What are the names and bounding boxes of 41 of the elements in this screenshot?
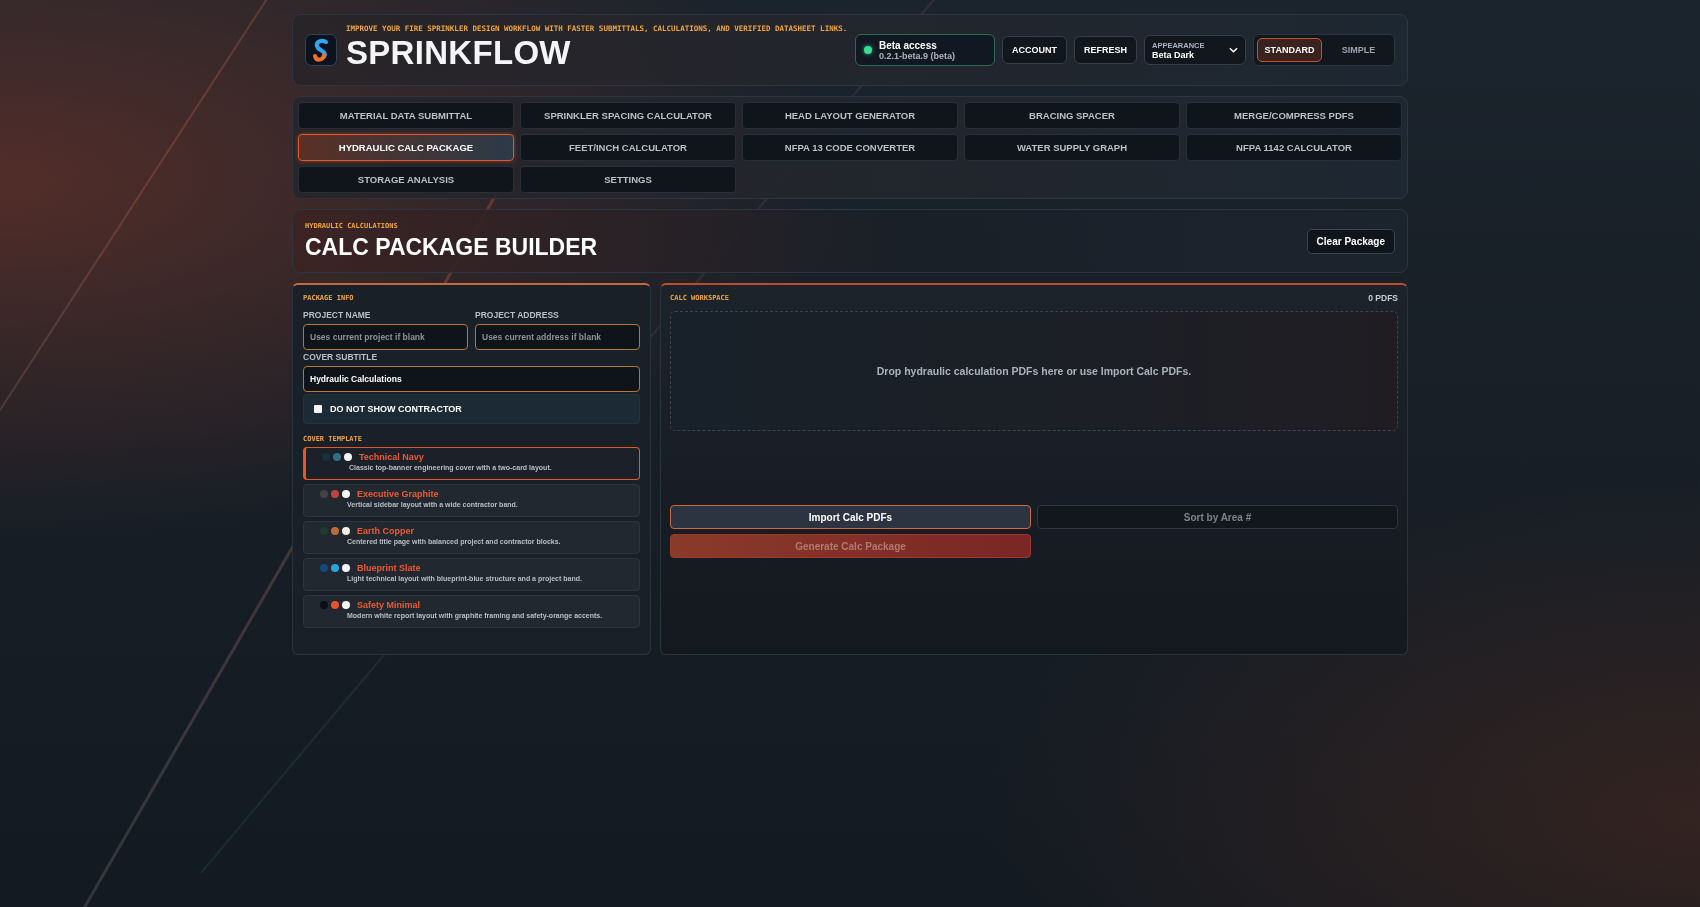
pdf-count: 0 PDFS xyxy=(1368,293,1398,303)
nav-tab[interactable]: STORAGE ANALYSIS xyxy=(298,166,514,193)
nav-tab[interactable]: MATERIAL DATA SUBMITTAL xyxy=(298,102,514,129)
checkbox-label: DO NOT SHOW CONTRACTOR xyxy=(330,404,462,414)
template-name: Safety Minimal xyxy=(357,600,421,610)
nav-tab[interactable]: HYDRAULIC CALC PACKAGE xyxy=(298,134,514,161)
nav-tab[interactable]: FEET/INCH CALCULATOR xyxy=(520,134,736,161)
nav-tab[interactable]: BRACING SPACER xyxy=(964,102,1180,129)
header-button[interactable]: ACCOUNT xyxy=(1002,36,1067,64)
nav-tab[interactable]: HEAD LAYOUT GENERATOR xyxy=(742,102,958,129)
clear-package-button[interactable]: Clear Package xyxy=(1306,228,1395,254)
subtitle-field[interactable]: Hydraulic Calculations xyxy=(303,366,640,392)
text-field[interactable]: Uses current project if blank xyxy=(303,324,468,350)
field-label: COVER SUBTITLE xyxy=(303,352,379,362)
access-label: Beta access xyxy=(879,39,938,51)
version-text: 0.2.1-beta.9 (beta) xyxy=(879,50,955,61)
field-label: PROJECT ADDRESS xyxy=(475,310,560,320)
nav-tab[interactable]: MERGE/COMPRESS PDFS xyxy=(1186,102,1402,129)
template-name: Earth Copper xyxy=(357,526,414,536)
page-title: CALC PACKAGE BUILDER xyxy=(305,233,598,261)
logo-icon xyxy=(305,34,337,66)
nav-tab[interactable]: SETTINGS xyxy=(520,166,736,193)
header-button[interactable]: REFRESH xyxy=(1074,36,1137,64)
text-field[interactable]: Uses current address if blank xyxy=(475,324,640,350)
template-name: Executive Graphite xyxy=(357,489,439,499)
field-label: PROJECT NAME xyxy=(303,310,372,320)
nav-tab[interactable]: NFPA 1142 CALCULATOR xyxy=(1186,134,1402,161)
mode-tab[interactable]: STANDARD xyxy=(1257,38,1322,62)
appearance-value: Beta Dark xyxy=(1152,49,1196,60)
checkbox[interactable] xyxy=(314,405,322,413)
nav-tab[interactable]: WATER SUPPLY GRAPH xyxy=(964,134,1180,161)
app-title: SPRINKFLOW xyxy=(346,35,572,69)
chevron-down-icon xyxy=(1229,47,1238,53)
nav-tab[interactable]: NFPA 13 CODE CONVERTER xyxy=(742,134,958,161)
template-name: Technical Navy xyxy=(359,452,424,462)
template-name: Blueprint Slate xyxy=(357,563,421,573)
nav-tab[interactable]: SPRINKLER SPACING CALCULATOR xyxy=(520,102,736,129)
mode-tab[interactable]: SIMPLE xyxy=(1326,38,1391,62)
drop-hint: Drop hydraulic calculation PDFs here or use Import Calc PDFs. xyxy=(876,365,1192,377)
action-button[interactable]: Import Calc PDFs xyxy=(670,505,1031,529)
drop-zone[interactable]: Drop hydraulic calculation PDFs here or use Import Calc PDFs. xyxy=(670,311,1398,431)
